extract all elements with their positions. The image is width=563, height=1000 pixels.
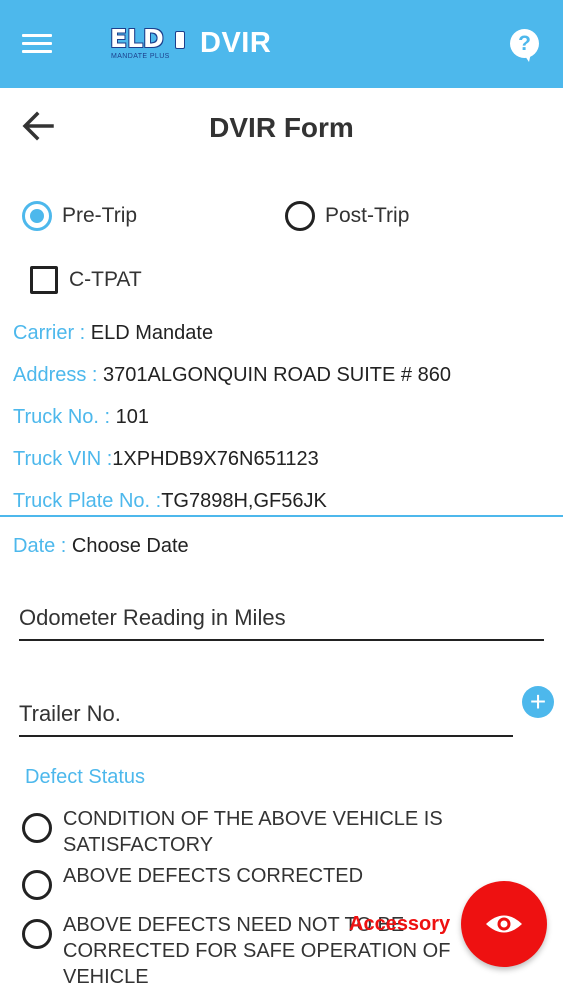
carrier-label: Carrier : bbox=[13, 322, 91, 344]
truck-no-label: Truck No. : bbox=[13, 406, 116, 428]
address-row: Address : 3701ALGONQUIN ROAD SUITE # 860 bbox=[13, 364, 451, 387]
app-title: DVIR bbox=[200, 27, 272, 59]
radio-button-selected[interactable] bbox=[22, 201, 52, 231]
date-label: Date : bbox=[13, 535, 72, 557]
checkbox-box[interactable] bbox=[30, 266, 58, 294]
truck-vin-label: Truck VIN : bbox=[13, 448, 113, 470]
hamburger-menu-icon[interactable] bbox=[22, 31, 54, 55]
defect-status-title: Defect Status bbox=[25, 766, 146, 788]
truck-vin-row: Truck VIN :1XPHDB9X76N651123 bbox=[13, 448, 319, 471]
accessory-tooltip: Accessory bbox=[349, 913, 451, 935]
defect-option-label: CONDITION OF THE ABOVE VEHICLE IS SATISF… bbox=[63, 808, 443, 856]
help-question-icon[interactable]: ? bbox=[510, 29, 539, 62]
trailer-no-input[interactable]: Trailer No. bbox=[19, 701, 513, 737]
carrier-row: Carrier : ELD Mandate bbox=[13, 322, 213, 345]
date-picker[interactable]: Date : Choose Date bbox=[13, 535, 189, 558]
truck-plate-row: Truck Plate No. :TG7898H,GF56JK bbox=[13, 490, 327, 513]
radio-button[interactable] bbox=[285, 201, 315, 231]
truck-no-value: 101 bbox=[115, 406, 149, 428]
app-bar: ELD MANDATE PLUS DVIR ? bbox=[0, 0, 563, 88]
defect-option-corrected[interactable]: ABOVE DEFECTS CORRECTED bbox=[22, 863, 483, 900]
truck-plate-label: Truck Plate No. : bbox=[13, 490, 162, 512]
divider bbox=[0, 515, 563, 517]
add-trailer-button[interactable]: + bbox=[522, 686, 554, 718]
date-value[interactable]: Choose Date bbox=[72, 535, 189, 557]
eld-mandate-logo: ELD MANDATE PLUS bbox=[110, 26, 190, 62]
eye-icon bbox=[486, 915, 522, 933]
defect-option-label: ABOVE DEFECTS CORRECTED bbox=[63, 865, 364, 887]
radio-pre-trip[interactable]: Pre-Trip bbox=[22, 201, 137, 231]
accessory-fab-button[interactable] bbox=[461, 881, 547, 967]
odometer-input[interactable]: Odometer Reading in Miles bbox=[19, 605, 544, 641]
logo-text: ELD bbox=[110, 24, 164, 53]
address-value: 3701ALGONQUIN ROAD SUITE # 860 bbox=[103, 364, 451, 386]
radio-label: Post-Trip bbox=[325, 204, 410, 227]
radio-post-trip[interactable]: Post-Trip bbox=[285, 201, 409, 231]
checkbox-label: C-TPAT bbox=[69, 268, 142, 291]
radio-button[interactable] bbox=[22, 813, 52, 843]
defect-option-satisfactory[interactable]: CONDITION OF THE ABOVE VEHICLE IS SATISF… bbox=[22, 806, 483, 858]
truck-plate-value: TG7898H,GF56JK bbox=[161, 490, 327, 512]
truck-no-row: Truck No. : 101 bbox=[13, 406, 149, 429]
carrier-value: ELD Mandate bbox=[90, 322, 214, 344]
truck-vin-value: 1XPHDB9X76N651123 bbox=[112, 448, 319, 470]
radio-button[interactable] bbox=[22, 919, 52, 949]
logo-subtext: MANDATE PLUS bbox=[111, 53, 170, 60]
radio-label: Pre-Trip bbox=[62, 204, 138, 227]
address-label: Address : bbox=[13, 364, 104, 386]
ctpat-checkbox[interactable]: C-TPAT bbox=[30, 266, 142, 294]
radio-button[interactable] bbox=[22, 870, 52, 900]
plug-icon bbox=[175, 31, 185, 49]
page-title: DVIR Form bbox=[209, 112, 354, 143]
